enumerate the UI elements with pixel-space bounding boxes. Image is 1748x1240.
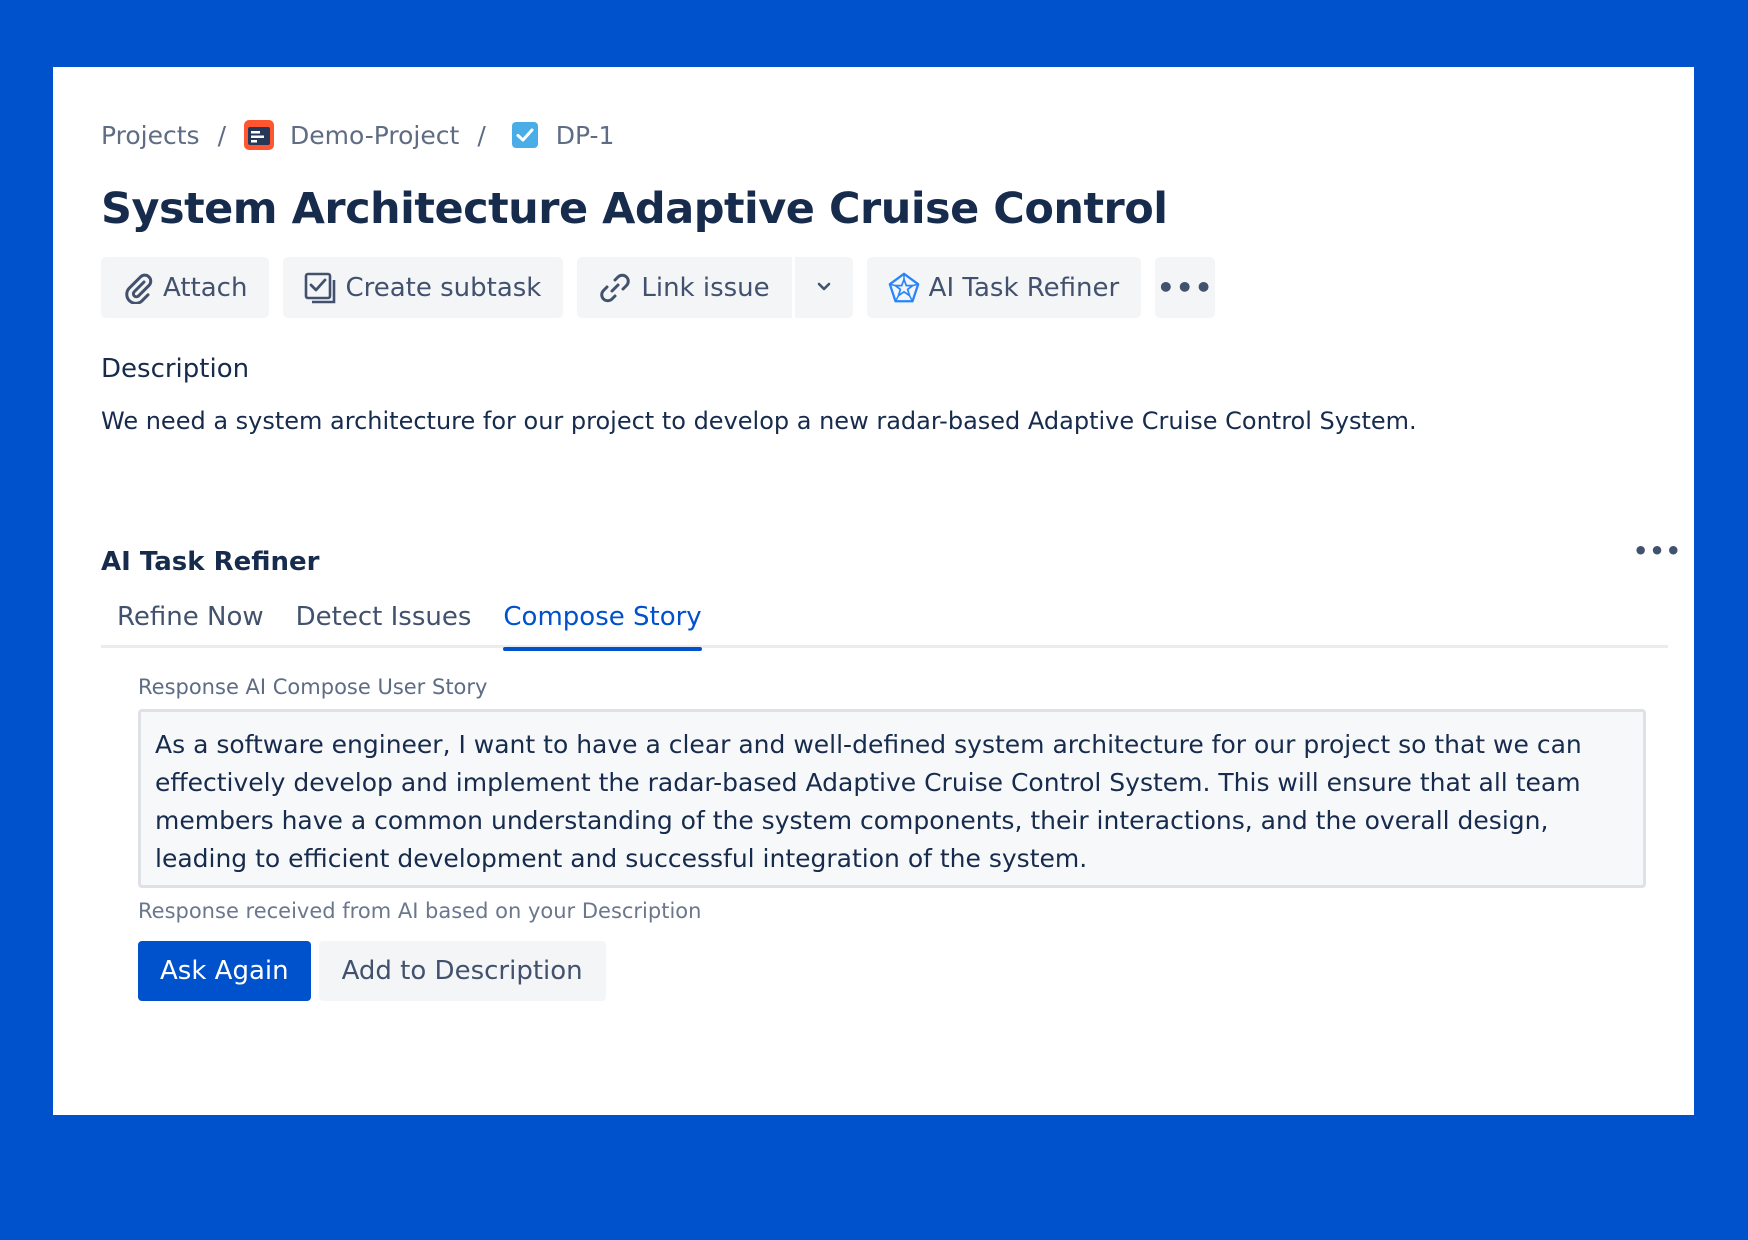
breadcrumb-projects[interactable]: Projects (101, 121, 200, 150)
create-subtask-button[interactable]: Create subtask (283, 257, 564, 318)
description-heading: Description (101, 354, 250, 384)
ai-panel-heading: AI Task Refiner (101, 547, 320, 577)
page-title[interactable]: System Architecture Adaptive Cruise Cont… (101, 184, 1168, 234)
link-issue-label: Link issue (641, 272, 770, 303)
response-actions: Ask Again Add to Description (138, 941, 606, 1001)
ai-task-refiner-button[interactable]: AI Task Refiner (866, 257, 1142, 318)
link-issue-split-button: Link issue (577, 257, 853, 318)
link-issue-button[interactable]: Link issue (577, 257, 795, 318)
attach-label: Attach (163, 272, 248, 303)
subtask-icon (303, 271, 337, 305)
more-actions-button[interactable]: ••• (1155, 257, 1216, 318)
chevron-down-icon (815, 277, 833, 299)
ai-task-refiner-label: AI Task Refiner (928, 272, 1120, 303)
ai-panel-more-button[interactable]: ••• (1633, 537, 1682, 565)
pentagon-star-icon (887, 271, 921, 305)
breadcrumb-project-label: Demo-Project (290, 120, 460, 150)
response-textarea[interactable]: As a software engineer, I want to have a… (138, 709, 1646, 888)
breadcrumb-project[interactable]: Demo-Project (244, 120, 459, 150)
attach-button[interactable]: Attach (101, 257, 270, 318)
issue-panel: Projects / Demo-Project / DP-1 System Ar… (53, 67, 1694, 1115)
issue-toolbar: Attach Create subtask Link issue AI Task… (101, 257, 1216, 318)
breadcrumb-issue[interactable]: DP-1 (504, 120, 615, 150)
more-icon: ••• (1156, 271, 1214, 304)
tab-detect-issues[interactable]: Detect Issues (296, 594, 472, 648)
link-icon (597, 270, 633, 306)
response-label: Response AI Compose User Story (138, 675, 488, 699)
ask-again-button[interactable]: Ask Again (138, 941, 311, 1001)
response-help-text: Response received from AI based on your … (138, 899, 702, 923)
add-to-description-button[interactable]: Add to Description (318, 941, 606, 1001)
breadcrumb: Projects / Demo-Project / DP-1 (101, 115, 614, 155)
breadcrumb-separator: / (477, 120, 486, 150)
paperclip-icon (121, 271, 155, 305)
ai-panel-tabs: Refine Now Detect Issues Compose Story (101, 594, 1668, 651)
create-subtask-label: Create subtask (345, 272, 542, 303)
project-board-icon (244, 120, 274, 150)
link-issue-dropdown-button[interactable] (795, 257, 853, 318)
description-text[interactable]: We need a system architecture for our pr… (101, 407, 1417, 435)
breadcrumb-issue-label: DP-1 (555, 120, 615, 150)
breadcrumb-separator: / (217, 120, 226, 150)
task-checkbox-icon (511, 122, 538, 148)
tab-refine-now[interactable]: Refine Now (117, 594, 264, 648)
tab-compose-story[interactable]: Compose Story (503, 594, 702, 651)
